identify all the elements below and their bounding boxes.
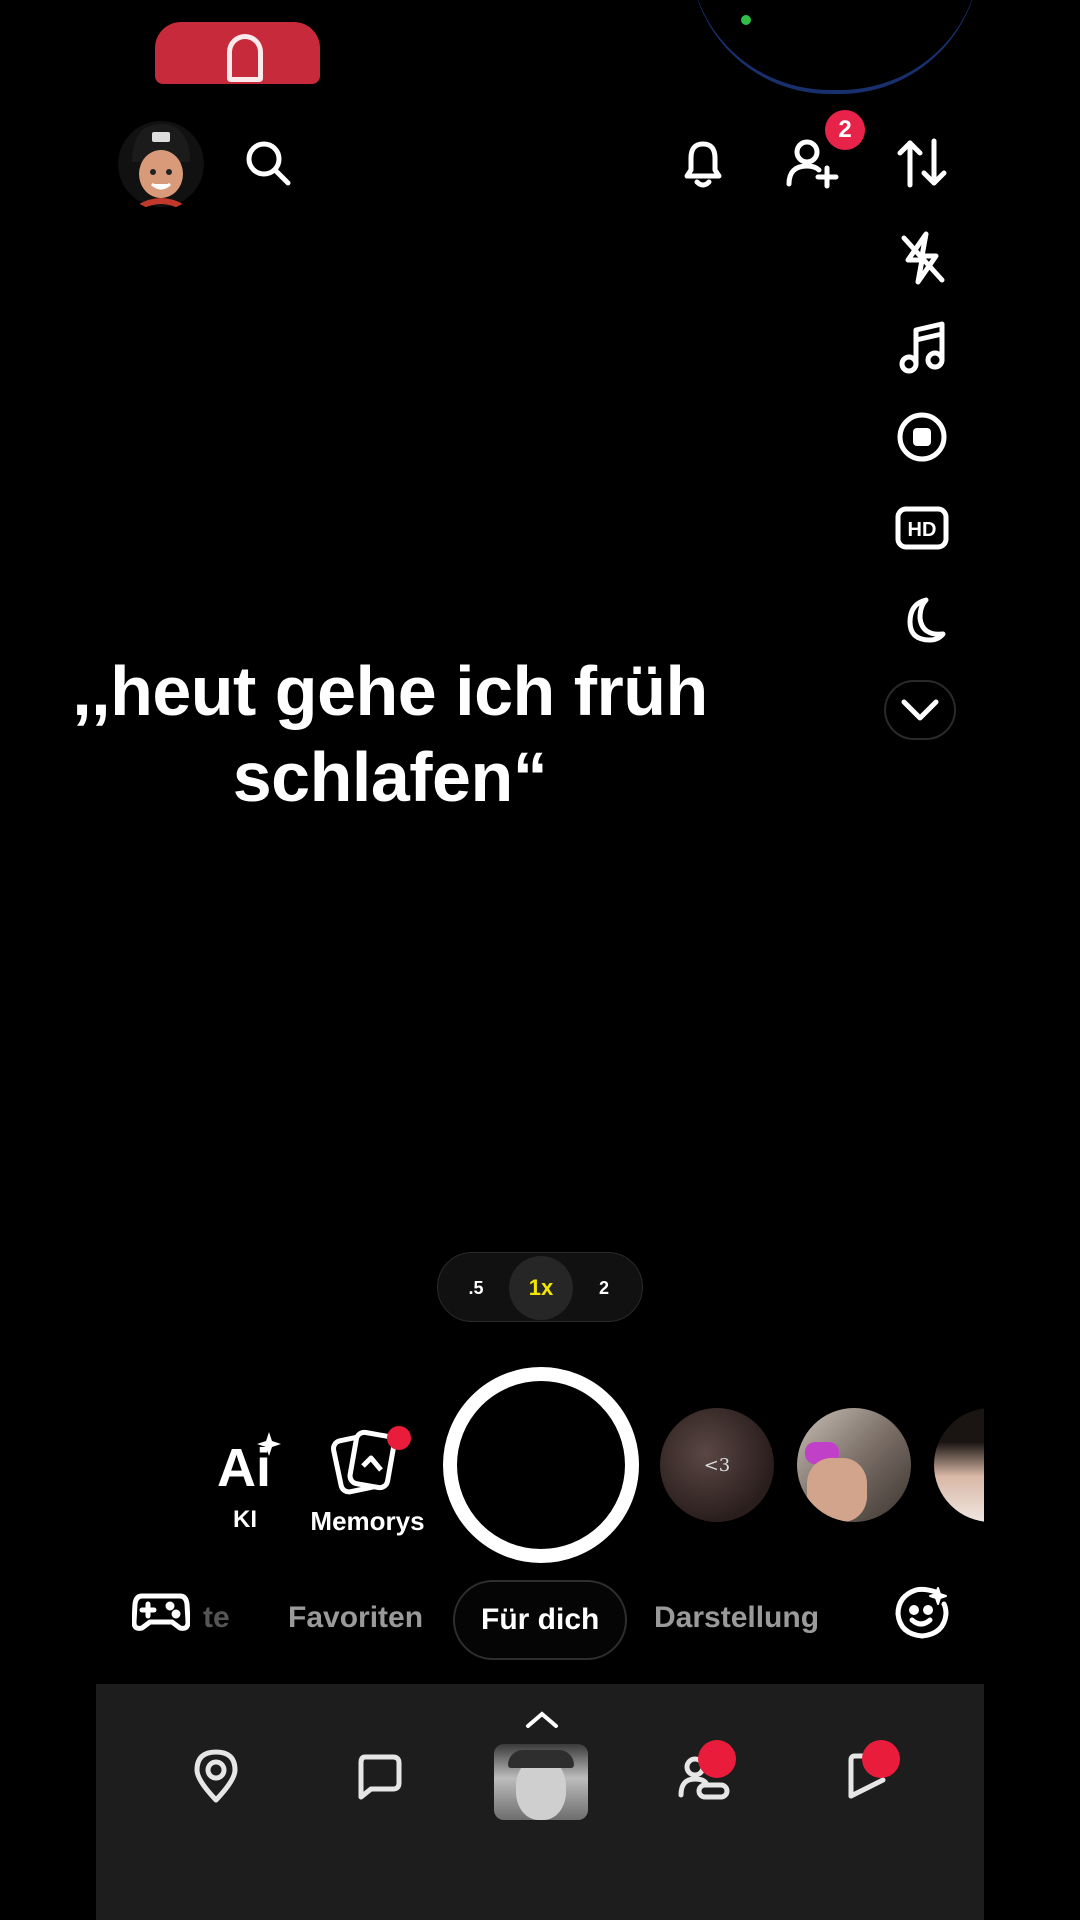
memories-label: Memorys — [310, 1506, 425, 1536]
status-bar-glyph — [227, 34, 263, 82]
chevron-down-icon[interactable] — [884, 680, 956, 740]
story-thumbnail-2[interactable] — [797, 1408, 911, 1522]
hd-icon[interactable]: HD — [892, 498, 952, 558]
camera-profile-thumbnail[interactable] — [494, 1744, 588, 1820]
chat-icon[interactable] — [351, 1748, 407, 1804]
tab-favoriten[interactable]: Favoriten — [288, 1580, 423, 1656]
story-3-image — [934, 1408, 984, 1522]
record-mode-icon[interactable] — [892, 407, 952, 467]
capture-shutter-button[interactable] — [443, 1367, 639, 1563]
story-thumbnail-3[interactable] — [934, 1408, 984, 1522]
flash-off-icon[interactable] — [892, 228, 952, 288]
search-icon[interactable] — [240, 135, 296, 191]
zoom-option-0-5[interactable]: .5 — [452, 1253, 500, 1323]
tab-fuer-dich[interactable]: Für dich — [453, 1580, 628, 1660]
chevron-up-icon[interactable] — [495, 1710, 589, 1730]
caption-line-1: ,,heut gehe ich früh — [72, 652, 708, 730]
flip-camera-icon[interactable] — [892, 135, 952, 191]
tab-partial[interactable]: te — [203, 1580, 230, 1656]
story-thumbnail-1[interactable]: <3 — [660, 1408, 774, 1522]
story-2-face — [807, 1458, 867, 1522]
map-pin-icon[interactable] — [188, 1748, 244, 1804]
lens-explore-icon[interactable] — [892, 1582, 952, 1642]
zoom-option-2[interactable]: 2 — [580, 1253, 628, 1323]
bell-icon[interactable] — [675, 135, 731, 191]
memories-button[interactable]: Memorys — [305, 1426, 430, 1536]
caption-text: ,,heut gehe ich früh schlafen“ — [40, 648, 740, 820]
profile-avatar[interactable] — [118, 118, 204, 210]
status-bar-arc — [690, 0, 980, 94]
ai-button[interactable]: Ai KI — [205, 1430, 285, 1533]
bottom-navigation — [96, 1684, 984, 1920]
music-icon[interactable] — [892, 318, 952, 378]
story-1-text: <3 — [703, 1454, 731, 1476]
svg-text:Ai: Ai — [217, 1438, 271, 1492]
zoom-option-1x[interactable]: 1x — [509, 1256, 573, 1320]
caption-line-2: schlafen“ — [232, 738, 548, 816]
friends-notification-dot — [698, 1740, 736, 1778]
ai-label: KI — [233, 1506, 257, 1533]
camera-profile-hair — [508, 1750, 574, 1768]
add-friend-badge: 2 — [825, 110, 865, 150]
memories-new-dot — [387, 1426, 411, 1450]
zoom-selector: .5 1x 2 — [437, 1252, 643, 1322]
svg-text:HD: HD — [908, 519, 937, 541]
stories-notification-dot — [862, 1740, 900, 1778]
ai-sparkle-icon: Ai — [217, 1432, 281, 1492]
night-mode-icon[interactable] — [892, 590, 952, 650]
tab-darstellung[interactable]: Darstellung — [654, 1580, 819, 1656]
bitmoji-avatar-icon — [118, 121, 204, 210]
